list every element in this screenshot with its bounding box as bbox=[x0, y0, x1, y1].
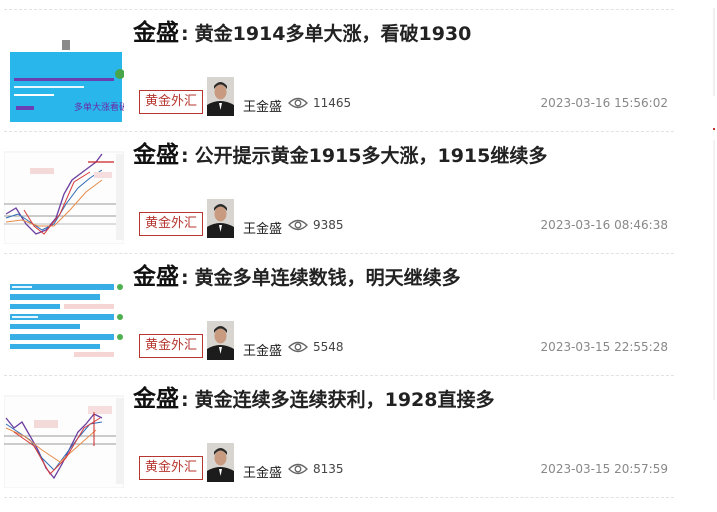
article-item[interactable]: 多单大涨看破 金盛: 黄金1914多单大涨，看破1930 黄金外汇 王金盛 114… bbox=[0, 10, 680, 132]
author-name[interactable]: 王金盛 bbox=[243, 462, 282, 481]
view-count: 5548 bbox=[313, 340, 344, 354]
article-title[interactable]: 金盛: 黄金多单连续数钱，明天继续多 bbox=[133, 263, 461, 292]
publish-date: 2023-03-16 15:56:02 bbox=[540, 96, 668, 110]
article-title[interactable]: 金盛: 黄金1914多单大涨，看破1930 bbox=[133, 19, 471, 48]
title-text: 黄金连续多连续获利，1928直接多 bbox=[194, 389, 495, 411]
article-thumbnail[interactable] bbox=[4, 388, 124, 488]
category-tag[interactable]: 黄金外汇 bbox=[139, 334, 203, 358]
article-item[interactable]: 金盛: 黄金连续多连续获利，1928直接多 黄金外汇 王金盛 8135 2023-… bbox=[0, 376, 680, 498]
page-edge bbox=[713, 140, 715, 400]
article-item[interactable]: 金盛: 黄金多单连续数钱，明天继续多 黄金外汇 王金盛 5548 2023-03-… bbox=[0, 254, 680, 376]
brand-name: 金盛 bbox=[133, 386, 179, 412]
category-tag[interactable]: 黄金外汇 bbox=[139, 212, 203, 236]
eye-icon bbox=[288, 219, 308, 231]
divider bbox=[4, 497, 674, 498]
brand-name: 金盛 bbox=[133, 264, 179, 290]
title-text: 黄金1914多单大涨，看破1930 bbox=[194, 23, 472, 45]
page-edge bbox=[713, 8, 715, 96]
author-avatar[interactable] bbox=[207, 443, 234, 482]
title-text: 公开提示黄金1915多大涨，1915继续多 bbox=[194, 145, 548, 167]
publish-date: 2023-03-15 20:57:59 bbox=[540, 462, 668, 476]
article-thumbnail[interactable] bbox=[4, 266, 124, 366]
author-avatar[interactable] bbox=[207, 199, 234, 238]
brand-colon: : bbox=[181, 267, 189, 289]
view-count: 11465 bbox=[313, 96, 352, 110]
article-item[interactable]: 金盛: 公开提示黄金1915多大涨，1915继续多 黄金外汇 王金盛 9385 2… bbox=[0, 132, 680, 254]
view-count: 9385 bbox=[313, 218, 344, 232]
eye-icon bbox=[288, 463, 308, 475]
brand-name: 金盛 bbox=[133, 142, 179, 168]
brand-colon: : bbox=[181, 389, 189, 411]
brand-colon: : bbox=[181, 145, 189, 167]
brand-name: 金盛 bbox=[133, 20, 179, 46]
author-name[interactable]: 王金盛 bbox=[243, 218, 282, 237]
eye-icon bbox=[288, 341, 308, 353]
article-feed: 多单大涨看破 金盛: 黄金1914多单大涨，看破1930 黄金外汇 王金盛 114… bbox=[0, 0, 717, 512]
author-name[interactable]: 王金盛 bbox=[243, 96, 282, 115]
publish-date: 2023-03-15 22:55:28 bbox=[540, 340, 668, 354]
author-avatar[interactable] bbox=[207, 321, 234, 360]
eye-icon bbox=[288, 97, 308, 109]
title-text: 黄金多单连续数钱，明天继续多 bbox=[194, 267, 461, 289]
article-title[interactable]: 金盛: 公开提示黄金1915多大涨，1915继续多 bbox=[133, 141, 547, 170]
category-tag[interactable]: 黄金外汇 bbox=[139, 90, 203, 114]
page-edge-marker bbox=[713, 128, 715, 130]
author-avatar[interactable] bbox=[207, 77, 234, 116]
article-thumbnail[interactable]: 多单大涨看破 bbox=[4, 22, 124, 122]
thumbnail-text: 多单大涨看破 bbox=[74, 101, 124, 113]
publish-date: 2023-03-16 08:46:38 bbox=[540, 218, 668, 232]
view-count: 8135 bbox=[313, 462, 344, 476]
article-title[interactable]: 金盛: 黄金连续多连续获利，1928直接多 bbox=[133, 385, 495, 414]
brand-colon: : bbox=[181, 23, 189, 45]
article-thumbnail[interactable] bbox=[4, 144, 124, 244]
category-tag[interactable]: 黄金外汇 bbox=[139, 456, 203, 480]
author-name[interactable]: 王金盛 bbox=[243, 340, 282, 359]
